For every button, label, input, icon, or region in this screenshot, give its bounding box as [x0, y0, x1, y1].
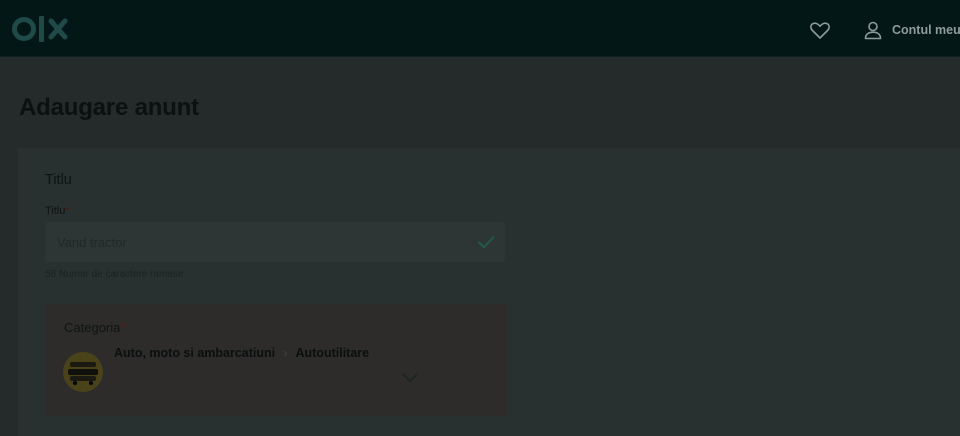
category-label-text: Categoria: [64, 320, 121, 335]
top-navigation-bar: Contul meu: [0, 0, 960, 57]
category-path-sub: Autoutilitare: [295, 345, 370, 360]
category-required-mark: *: [120, 320, 126, 335]
category-path-main: Auto, moto si ambarcatiuni: [114, 345, 276, 360]
category-select[interactable]: [114, 364, 432, 396]
category-path-separator: ›: [283, 345, 288, 360]
title-field-label: Titlu*: [45, 205, 70, 217]
required-mark: *: [65, 205, 70, 217]
chevron-down-icon[interactable]: [398, 369, 422, 387]
title-field-label-text: Titlu: [45, 205, 66, 217]
account-label: Contul meu: [892, 23, 960, 37]
page-title: Adaugare anunt: [19, 94, 199, 121]
category-breadcrumb: Auto, moto si ambarcatiuni › Autoutilita…: [114, 345, 369, 360]
title-input[interactable]: [45, 222, 505, 262]
check-icon: [478, 236, 495, 249]
vehicle-category-icon: [63, 352, 103, 392]
category-label: Categoria*: [64, 320, 125, 335]
title-section-heading: Titlu: [45, 172, 72, 188]
heart-icon[interactable]: [806, 16, 834, 44]
character-counter: 58 Numar de caractere ramase: [45, 269, 184, 280]
user-icon: [864, 21, 882, 40]
olx-logo[interactable]: [12, 12, 72, 46]
account-menu-button[interactable]: Contul meu: [862, 16, 960, 44]
